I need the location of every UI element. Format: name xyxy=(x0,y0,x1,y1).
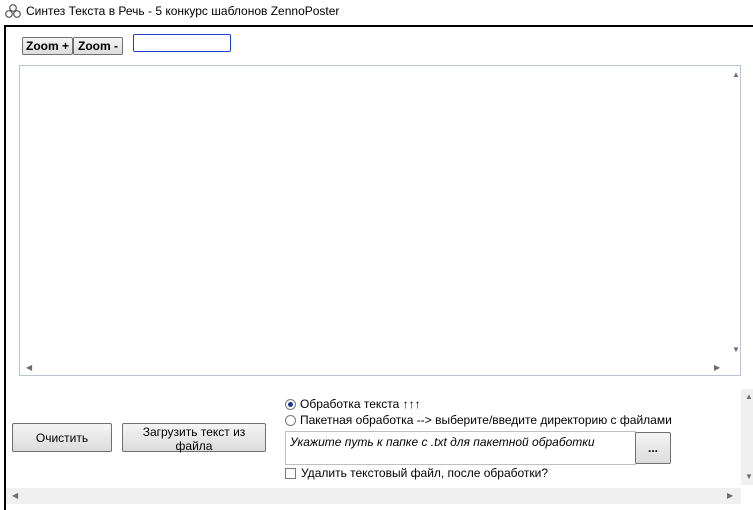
zoom-out-button[interactable]: Zoom - xyxy=(73,37,123,55)
arrow-down-icon[interactable]: ▼ xyxy=(745,473,753,481)
radio-text-processing-label: Обработка текста ↑↑↑ xyxy=(300,397,421,411)
batch-path-placeholder: Укажите путь к папке с .txt для пакетной… xyxy=(290,435,595,449)
horizontal-scrollbar[interactable]: ◀ ▶ xyxy=(6,488,741,504)
delete-after-checkbox[interactable] xyxy=(285,467,296,479)
arrow-up-icon[interactable]: ▲ xyxy=(745,393,753,401)
batch-path-input[interactable]: Укажите путь к папке с .txt для пакетной… xyxy=(285,431,636,465)
arrow-left-icon[interactable]: ◀ xyxy=(12,492,18,500)
main-window: Zoom + Zoom - ▲ ▼ ◀ ▶ Очистить Загрузить… xyxy=(4,25,753,510)
arrow-left-icon[interactable]: ◀ xyxy=(26,364,32,372)
app-icon xyxy=(5,4,21,18)
browse-button[interactable]: ... xyxy=(635,432,671,464)
arrow-up-icon[interactable]: ▲ xyxy=(732,70,740,79)
zoom-in-button[interactable]: Zoom + xyxy=(22,37,73,55)
load-file-button[interactable]: Загрузить текст из файла xyxy=(122,423,266,453)
arrow-right-icon[interactable]: ▶ xyxy=(714,364,720,372)
radio-text-processing[interactable]: Обработка текста ↑↑↑ xyxy=(285,397,421,411)
delete-after-checkbox-row[interactable]: Удалить текстовый файл, после обработки? xyxy=(285,466,548,480)
window-title: Синтез Текста в Речь - 5 конкурс шаблоно… xyxy=(26,4,340,18)
text-editor[interactable] xyxy=(19,65,741,376)
radio-button[interactable] xyxy=(285,398,296,410)
title-bar: Синтез Текста в Речь - 5 конкурс шаблоно… xyxy=(0,0,753,24)
radio-batch-processing-label: Пакетная обработка --> выберите/введите … xyxy=(300,413,672,427)
panel-vertical-scrollbar[interactable]: ▲ ▼ xyxy=(741,389,753,485)
clear-button[interactable]: Очистить xyxy=(12,423,112,452)
radio-selected-dot xyxy=(288,401,293,407)
arrow-down-icon[interactable]: ▼ xyxy=(732,345,740,354)
delete-after-label: Удалить текстовый файл, после обработки? xyxy=(301,466,549,480)
radio-button[interactable] xyxy=(285,414,296,426)
zoom-input[interactable] xyxy=(133,34,231,52)
arrow-right-icon[interactable]: ▶ xyxy=(727,492,733,500)
radio-batch-processing[interactable]: Пакетная обработка --> выберите/введите … xyxy=(285,413,672,427)
